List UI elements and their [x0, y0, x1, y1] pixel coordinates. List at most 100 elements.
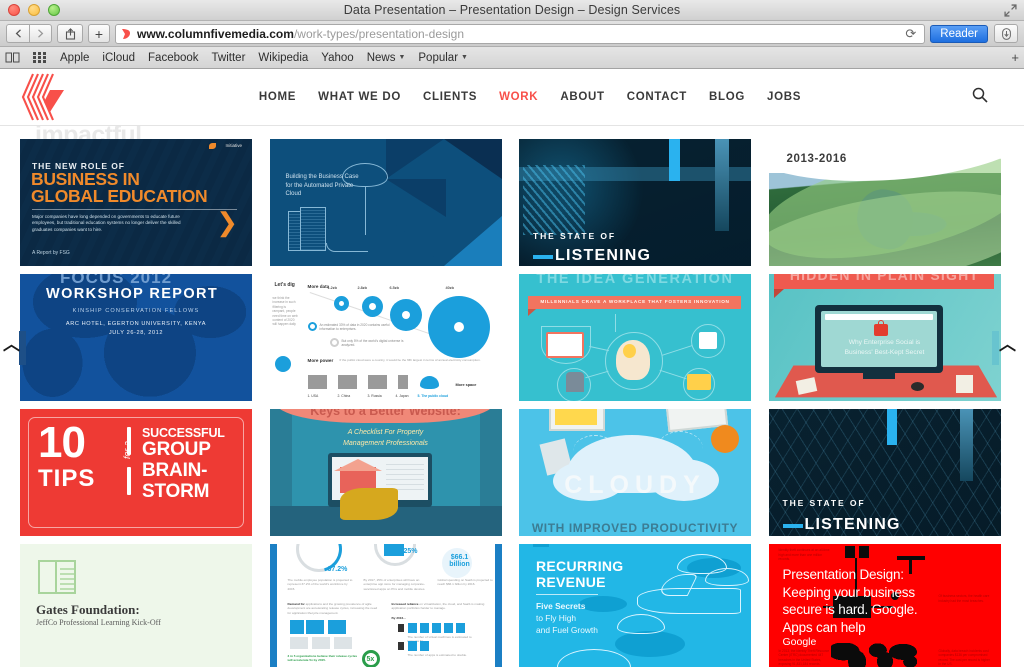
bookmark-yahoo[interactable]: Yahoo	[321, 52, 353, 64]
thumbnail-the-idea-generation[interactable]: THE IDEA GENERATION MILLENNIALS CRAVE A …	[519, 274, 751, 401]
thumbnail-focus-2012-workshop-report[interactable]: FOCUS 2012 WORKSHOP REPORT KINSHIP CONSE…	[20, 274, 252, 401]
window-titlebar: Data Presentation – Presentation Design …	[0, 0, 1024, 21]
accent-bar-right	[494, 544, 502, 667]
grid-item[interactable]: 10 TIPS for a SUCCESSFUL GROUP BRAIN- ST…	[16, 405, 266, 540]
search-icon[interactable]	[972, 87, 988, 108]
nav-item-contact[interactable]: CONTACT	[627, 91, 687, 103]
thumbnail-gates-foundation[interactable]: Gates Foundation: JeffCo Professional Le…	[20, 544, 252, 667]
add-bookmark-button[interactable]: +	[1011, 50, 1019, 65]
ribbon-tail	[528, 309, 536, 316]
column-five-logo[interactable]	[20, 72, 66, 122]
grid-item[interactable]: HIDDEN IN PLAIN SIGHT Why Enterprise Soc…	[765, 270, 1015, 405]
reload-button[interactable]: ⟳	[899, 26, 922, 42]
scroll-up-right-chevron-icon[interactable]: ︿	[999, 336, 1016, 353]
thumbnail-hp-more-data-infographic[interactable]: Let's dig we think the increase in such …	[269, 274, 502, 401]
thumbnail-business-in-global-education[interactable]: Initiative THE NEW ROLE OF BUSINESS IN G…	[20, 139, 252, 266]
thumb-ribbon-text: Keys to a Better Website:	[310, 409, 461, 418]
row-marker	[397, 624, 404, 632]
browser-bar	[824, 314, 933, 320]
venue-text: ARC HOTEL, EGERTON UNIVERSITY, KENYA	[65, 321, 207, 327]
grid-item[interactable]: Identity theft continues at an all-time …	[765, 540, 1015, 667]
grid-item[interactable]: 2013-2016	[765, 135, 1015, 270]
caption-line1: Why Enterprise Social is	[848, 339, 921, 346]
unit-block	[431, 623, 441, 633]
nav-item-jobs[interactable]: JOBS	[767, 91, 801, 103]
thumbnail-hidden-in-plain-sight[interactable]: HIDDEN IN PLAIN SIGHT Why Enterprise Soc…	[768, 274, 1001, 401]
measuring-tape-icon	[339, 488, 398, 520]
bookmark-label: Yahoo	[321, 51, 354, 64]
thumbnail-google-apps-security[interactable]: Identity theft continues at an all-time …	[768, 544, 1001, 667]
thumb-fora-label: for a	[122, 440, 133, 460]
grid-item[interactable]: THE IDEA GENERATION MILLENNIALS CRAVE A …	[515, 270, 765, 405]
scroll-up-left-chevron-icon[interactable]: ︿	[3, 336, 20, 353]
country-label: 4. Japan	[395, 394, 409, 398]
thumbnail-the-state-of-listening-1[interactable]: THE STATE OF LISTENING	[519, 139, 751, 266]
thumbnail-10-tips-group-brainstorm[interactable]: 10 TIPS for a SUCCESSFUL GROUP BRAIN- ST…	[20, 409, 252, 536]
thumb-side-label: Let's dig	[274, 282, 295, 288]
thumbnail-automated-private-cloud[interactable]: Building the Business Case for the Autom…	[269, 139, 502, 266]
grid-item[interactable]: THE STATE OF LISTENING	[765, 405, 1015, 540]
nav-item-clients[interactable]: CLIENTS	[423, 91, 477, 103]
main-navigation: HOME WHAT WE DO CLIENTS WORK ABOUT CONTA…	[259, 91, 831, 103]
safari-browser-window: Data Presentation – Presentation Design …	[0, 0, 1024, 667]
subtitle-line1: A Checklist For Property	[347, 429, 424, 436]
play-icon	[383, 544, 404, 556]
briefcase-icon	[687, 374, 711, 390]
annotation: An estimated 33% of data in 2020 contain…	[319, 323, 390, 332]
bookmark-news[interactable]: News ▼	[367, 52, 406, 64]
share-icon	[65, 27, 75, 40]
thumbnail-mobile-enterprise-stats[interactable]: 37.2% The mobile employee population is …	[269, 544, 502, 667]
bookmark-apple[interactable]: Apple	[60, 52, 89, 64]
bookmark-icloud[interactable]: iCloud	[102, 52, 135, 64]
new-tab-button[interactable]: +	[88, 24, 110, 43]
grid-item[interactable]: Initiative THE NEW ROLE OF BUSINESS IN G…	[16, 135, 266, 270]
thumbnail-the-state-of-listening-2[interactable]: THE STATE OF LISTENING	[768, 409, 1001, 536]
reader-button[interactable]: Reader	[930, 24, 988, 43]
stat-value: $66.1 billion	[449, 554, 470, 568]
grid-item[interactable]: Building the Business Case for the Autom…	[266, 135, 516, 270]
thumb-badge: Initiative	[225, 143, 242, 148]
thumb-title: RECURRING REVENUE	[536, 558, 623, 590]
connector-line	[325, 243, 368, 252]
url-text: www.columnfivemedia.com/work-types/prese…	[137, 27, 464, 41]
grid-item[interactable]: Keys to a Better Website: A Checklist Fo…	[266, 405, 516, 540]
book-sidebar-icon[interactable]	[5, 52, 20, 63]
thumbnail-annual-report-2013-2016[interactable]: 2013-2016	[768, 139, 1001, 266]
share-button[interactable]	[57, 24, 83, 43]
decorative-triangle	[385, 139, 444, 179]
thumbnail-cloudy-with-improved-productivity[interactable]: CLOUDY WITH IMPROVED PRODUCTIVITY	[519, 409, 751, 536]
grid-item[interactable]: Let's dig we think the increase in such …	[266, 270, 516, 405]
nav-item-what-we-do[interactable]: WHAT WE DO	[318, 91, 401, 103]
thumbnail-property-management-website-checklist[interactable]: Keys to a Better Website: A Checklist Fo…	[269, 409, 502, 536]
grid-item[interactable]: THE STATE OF LISTENING	[515, 135, 765, 270]
bookmark-popular[interactable]: Popular ▼	[418, 52, 468, 64]
nav-item-blog[interactable]: BLOG	[709, 91, 745, 103]
grid-item[interactable]: CLOUDY WITH IMPROVED PRODUCTIVITY	[515, 405, 765, 540]
faint-copy: In 2013, the Identity Theft Resource Cen…	[778, 648, 830, 667]
roof-icon	[333, 459, 382, 471]
globe-icon	[368, 303, 376, 310]
nav-item-home[interactable]: HOME	[259, 91, 296, 103]
bookmark-facebook[interactable]: Facebook	[148, 52, 199, 64]
decorative-bar	[669, 139, 680, 181]
nav-item-work[interactable]: WORK	[499, 91, 538, 103]
thumb-title: LISTENING	[804, 516, 901, 533]
grid-item[interactable]: 37.2% The mobile employee population is …	[266, 540, 516, 667]
back-button[interactable]	[6, 24, 29, 43]
address-bar[interactable]: www.columnfivemedia.com/work-types/prese…	[115, 23, 926, 44]
fullscreen-icon[interactable]	[1004, 4, 1017, 17]
nav-item-about[interactable]: ABOUT	[560, 91, 604, 103]
grid-item[interactable]: FOCUS 2012 WORKSHOP REPORT KINSHIP CONSE…	[16, 270, 266, 405]
browser-toolbar: + www.columnfivemedia.com/work-types/pre…	[0, 21, 1024, 47]
unit-block	[305, 620, 324, 634]
bookmark-twitter[interactable]: Twitter	[212, 52, 246, 64]
grid-item[interactable]: RECURRING REVENUE Five Secrets to Fly Hi…	[515, 540, 765, 667]
downloads-button[interactable]	[994, 24, 1018, 43]
thumb-title: Gates Foundation:	[36, 602, 140, 617]
forward-button[interactable]	[29, 24, 52, 43]
top-sites-icon[interactable]	[33, 52, 47, 63]
bookmark-wikipedia[interactable]: Wikipedia	[258, 52, 308, 64]
monitor-icon	[546, 332, 584, 358]
thumbnail-recurring-revenue[interactable]: RECURRING REVENUE Five Secrets to Fly Hi…	[519, 544, 751, 667]
grid-item[interactable]: Gates Foundation: JeffCo Professional Le…	[16, 540, 266, 667]
